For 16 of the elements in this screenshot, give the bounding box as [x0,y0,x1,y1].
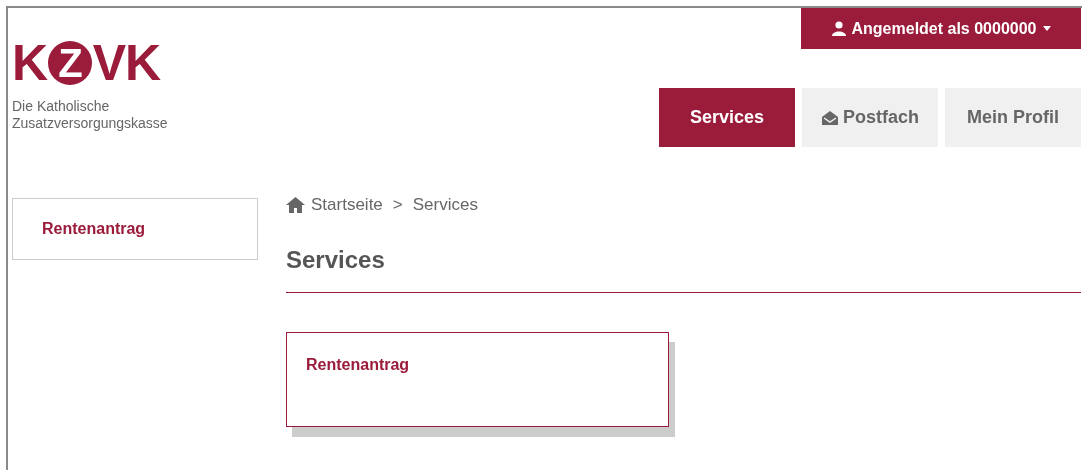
breadcrumb-link[interactable]: Startseite [311,192,383,218]
home-icon[interactable] [286,196,305,213]
nav-tab[interactable]: Mein Profil [945,88,1081,147]
nav-tab[interactable]: Services [659,88,795,147]
breadcrumb-current: Services [412,194,478,216]
user-menu-button[interactable]: Angemeldet als 0000000 [801,8,1081,49]
nav-tab[interactable]: Postfach [802,88,938,147]
logo-tagline: Die Katholische Zusatzversorgungskasse [12,98,169,132]
user-icon [831,21,846,36]
card-title[interactable]: Rentenantrag [306,355,410,373]
breadcrumb-separator: > [392,194,403,216]
envelope-icon [821,109,839,126]
caret-icon [1042,26,1051,31]
page-heading: Services [286,241,1081,293]
logo: K Z VK [12,38,162,88]
sidebar-link[interactable]: Rentenantrag [42,217,146,241]
